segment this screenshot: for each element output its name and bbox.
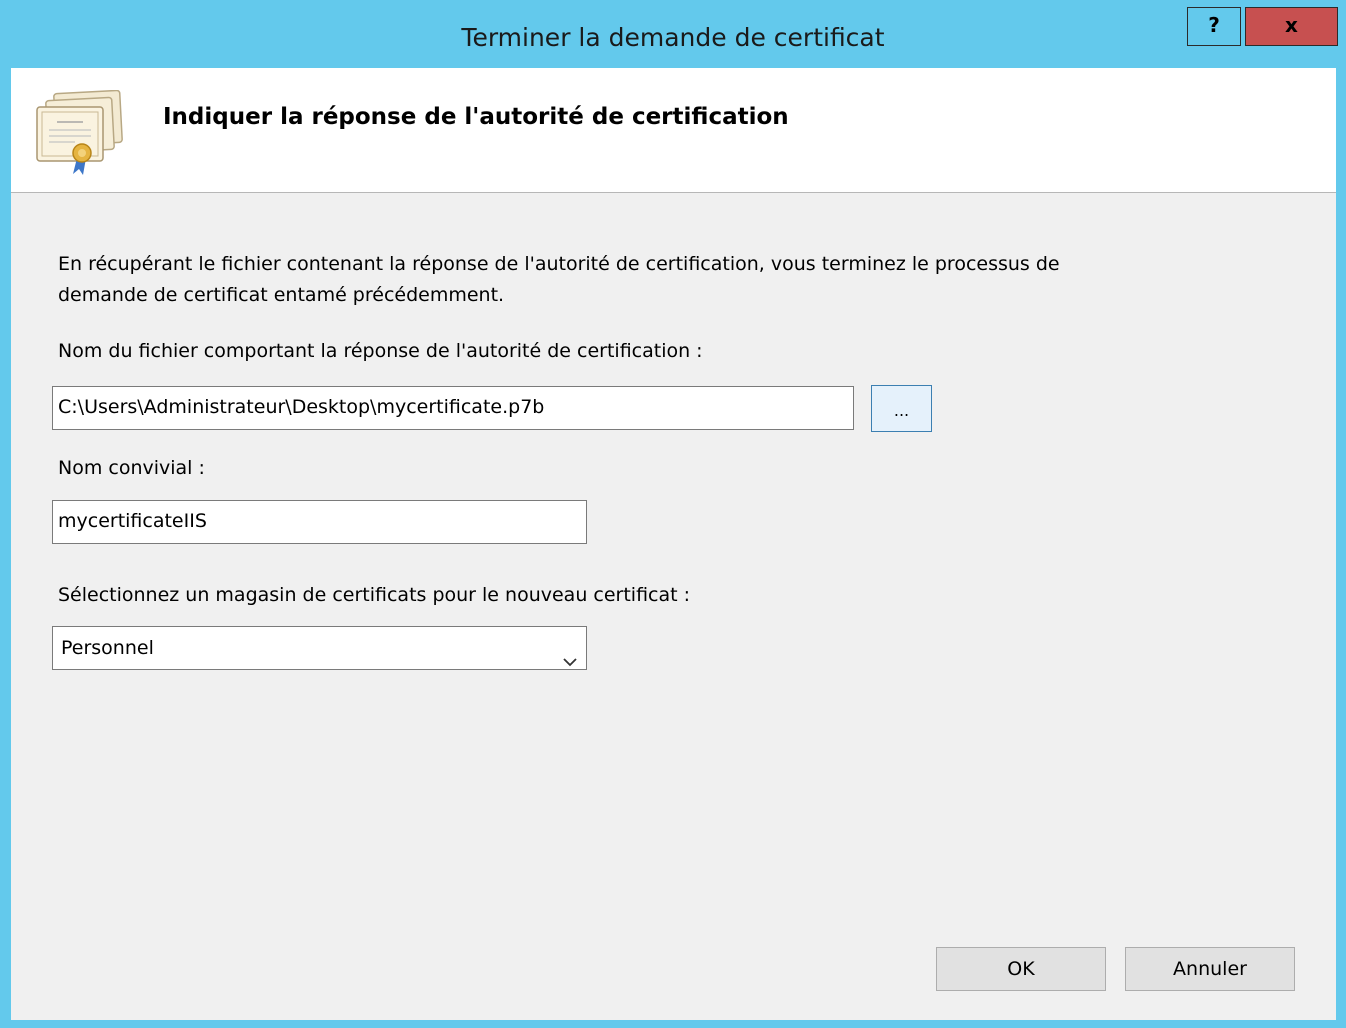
description-text: En récupérant le fichier contenant la ré… bbox=[58, 249, 1158, 311]
dialog-window: Terminer la demande de certificat ? x In… bbox=[0, 0, 1346, 1028]
description-line-2: demande de certificat entamé précédemmen… bbox=[58, 284, 505, 306]
help-button[interactable]: ? bbox=[1187, 7, 1241, 46]
browse-button[interactable]: ... bbox=[871, 385, 932, 432]
friendly-name-input[interactable]: mycertificateIIS bbox=[52, 500, 587, 544]
ok-button[interactable]: OK bbox=[936, 947, 1106, 991]
dialog-client-area: Indiquer la réponse de l'autorité de cer… bbox=[11, 68, 1336, 1020]
certificate-store-select[interactable]: Personnel bbox=[52, 626, 587, 670]
file-name-label: Nom du fichier comportant la réponse de … bbox=[58, 340, 703, 362]
certificate-icon bbox=[25, 89, 125, 176]
certificate-store-label: Sélectionnez un magasin de certificats p… bbox=[58, 584, 691, 606]
wizard-step-title: Indiquer la réponse de l'autorité de cer… bbox=[163, 104, 789, 130]
close-button[interactable]: x bbox=[1245, 7, 1338, 46]
title-bar[interactable]: Terminer la demande de certificat ? x bbox=[0, 0, 1346, 68]
wizard-header: Indiquer la réponse de l'autorité de cer… bbox=[11, 68, 1336, 193]
friendly-name-label: Nom convivial : bbox=[58, 457, 205, 479]
cancel-button[interactable]: Annuler bbox=[1125, 947, 1295, 991]
window-title: Terminer la demande de certificat bbox=[461, 23, 885, 52]
description-line-1: En récupérant le fichier contenant la ré… bbox=[58, 253, 1060, 275]
file-path-input[interactable]: C:\Users\Administrateur\Desktop\mycertif… bbox=[52, 386, 854, 430]
chevron-down-icon bbox=[562, 641, 578, 667]
certificate-store-value: Personnel bbox=[61, 637, 154, 659]
